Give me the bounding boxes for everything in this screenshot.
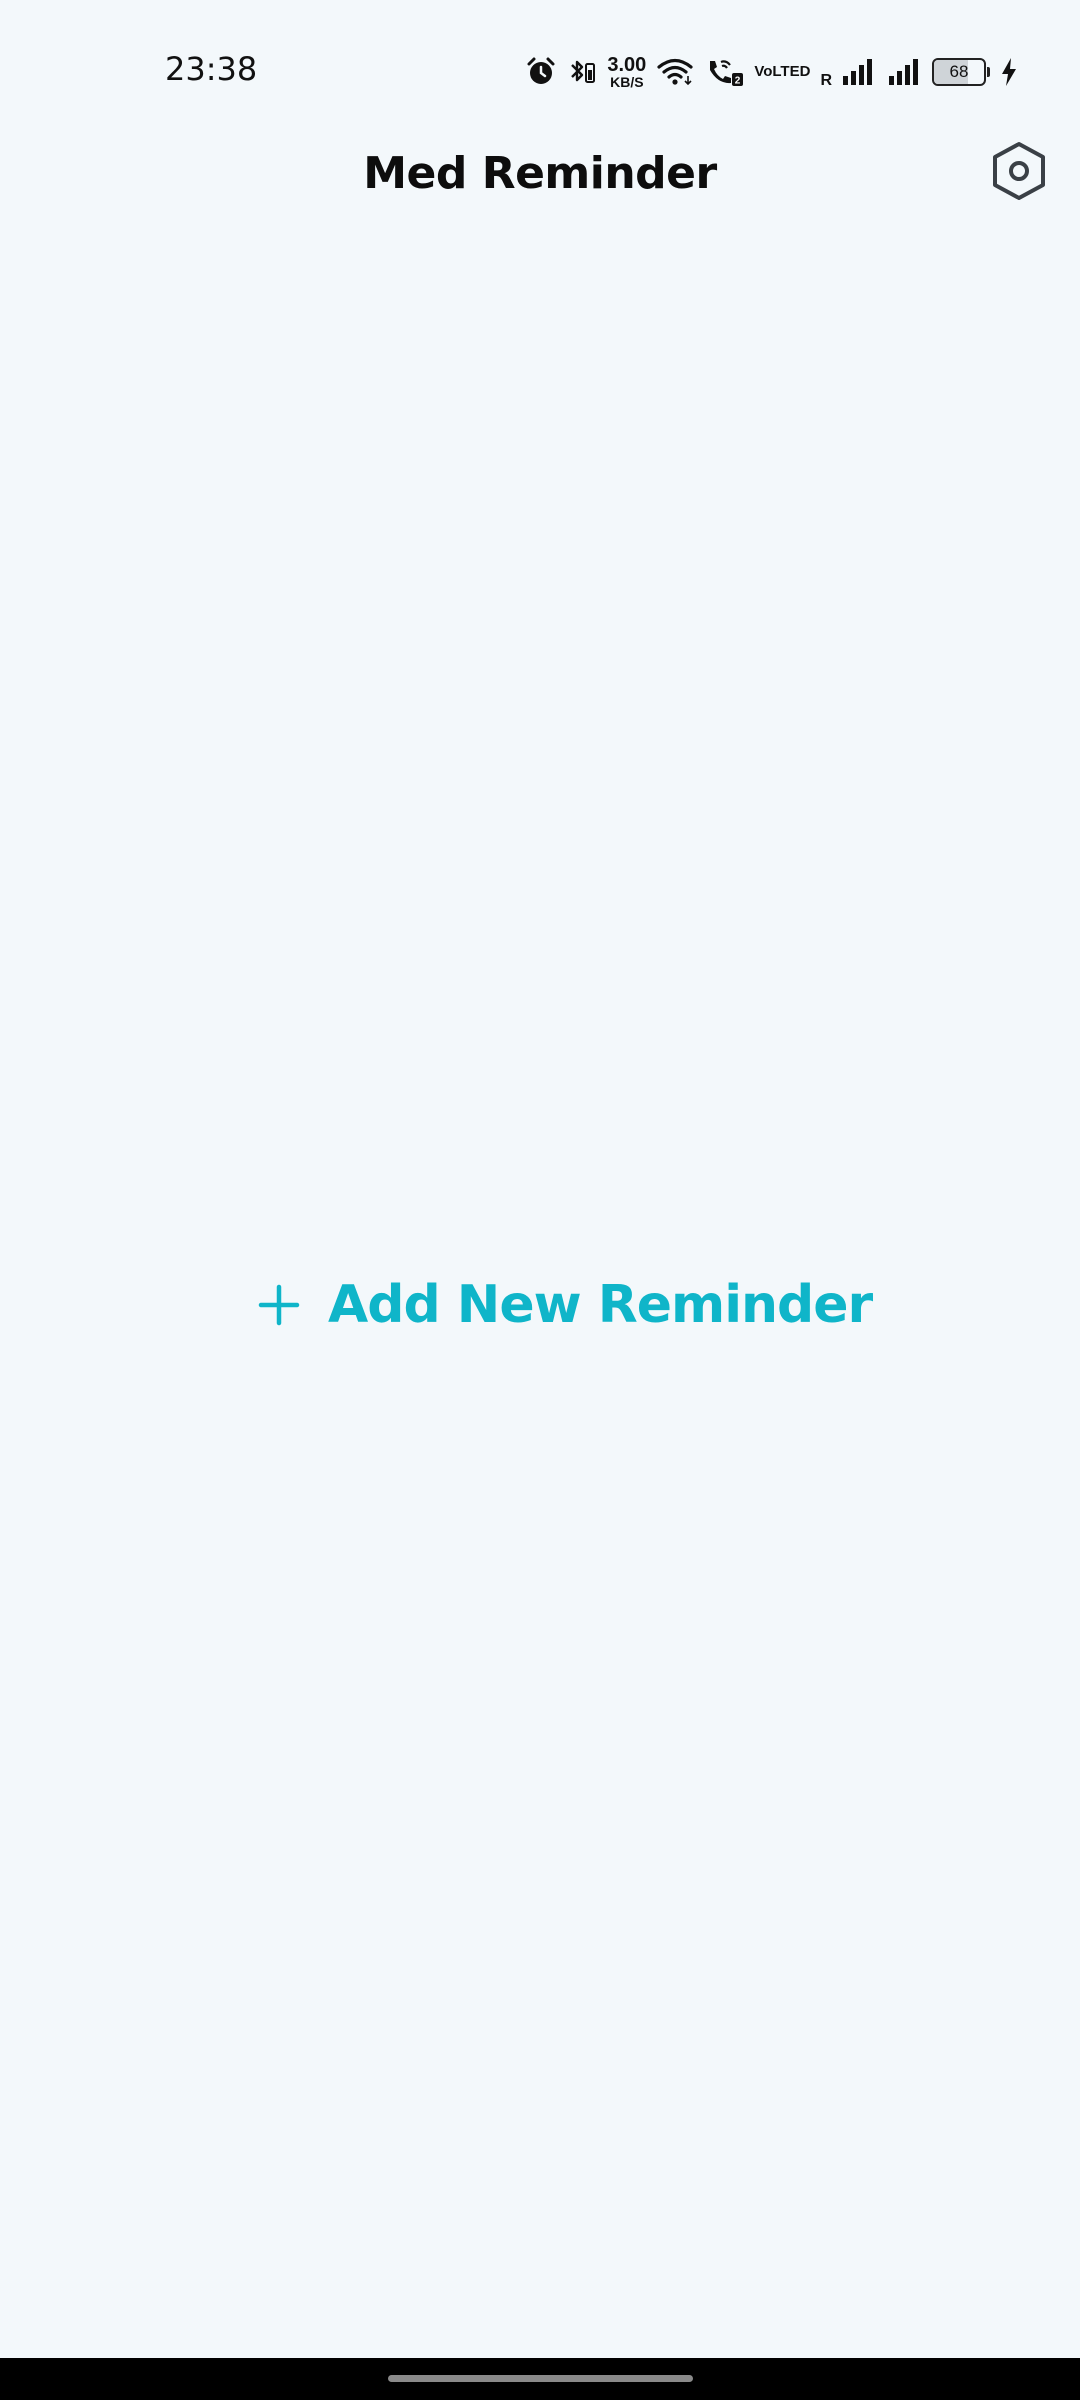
svg-text:2: 2 — [735, 76, 741, 87]
bluetooth-battery-icon — [567, 56, 597, 88]
volte-indicator: Vo LTED — [754, 63, 811, 80]
network-speed-unit: KB/S — [610, 74, 644, 90]
plus-icon — [258, 1284, 300, 1326]
network-speed: 3.00 KB/S — [607, 55, 646, 89]
signal-icon — [886, 57, 922, 87]
add-new-reminder-button[interactable]: Add New Reminder — [258, 1265, 873, 1345]
system-nav-bar — [0, 2358, 1080, 2400]
status-icons: 3.00 KB/S 2 Vo LTED R 68 — [525, 50, 1018, 94]
settings-hexagon-icon — [993, 142, 1045, 200]
settings-button[interactable] — [988, 140, 1050, 202]
wifi-icon — [656, 56, 694, 88]
signal-icon — [842, 57, 876, 87]
volte-line2: LTED — [772, 63, 811, 80]
battery-level: 68 — [949, 62, 969, 81]
page-title: Med Reminder — [363, 148, 717, 199]
roaming-indicator: R — [820, 72, 832, 89]
app-bar: Med Reminder — [0, 140, 1080, 220]
battery-indicator: 68 — [932, 58, 990, 86]
status-bar: 23:38 3.00 KB/S 2 Vo LTED R 68 — [0, 0, 1080, 140]
wifi-call-icon: 2 — [704, 56, 744, 88]
status-time: 23:38 — [165, 50, 258, 88]
charging-icon — [1000, 57, 1018, 87]
network-speed-value: 3.00 — [607, 54, 647, 76]
home-gesture-handle[interactable] — [388, 2375, 693, 2382]
volte-line1: Vo — [754, 63, 773, 80]
add-new-reminder-label: Add New Reminder — [328, 1275, 873, 1335]
alarm-icon — [525, 56, 557, 88]
